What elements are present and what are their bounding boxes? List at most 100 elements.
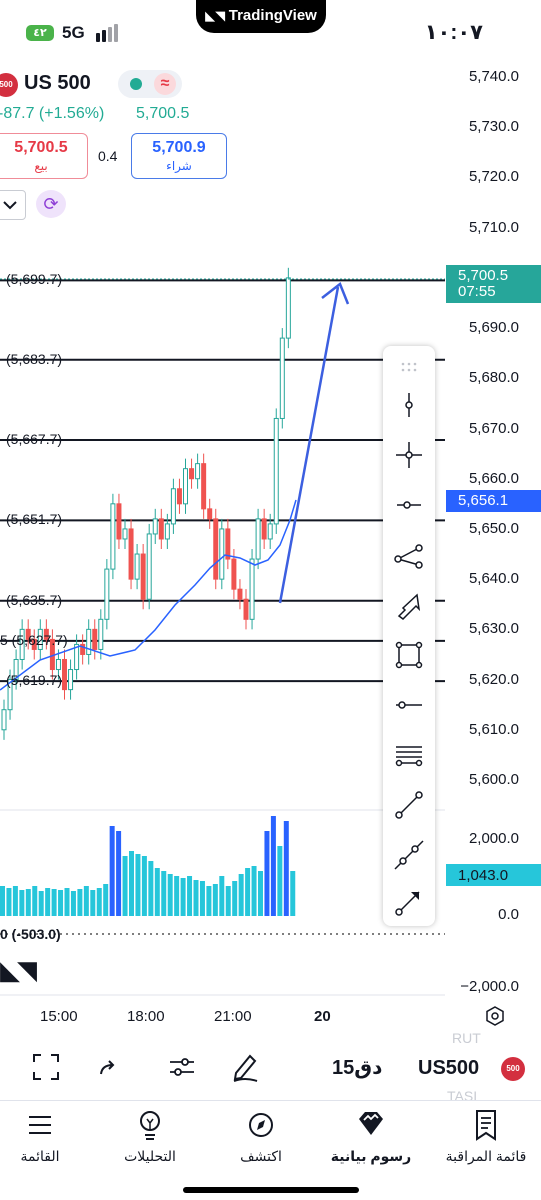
nav-explore[interactable]: اكتشف <box>211 1105 311 1165</box>
horizontal-line-label: (5,635.7) <box>6 591 63 608</box>
draw-pen-icon[interactable] <box>230 1051 260 1083</box>
volume-bar <box>12 886 18 916</box>
volume-axis-label: 2,000.0 <box>468 830 519 847</box>
rectangle-icon[interactable] <box>393 639 425 671</box>
candle-body <box>134 553 140 580</box>
candle-body <box>122 528 128 540</box>
price-axis-label: 5,610.0 <box>468 720 519 738</box>
volume-bar <box>109 826 115 916</box>
price-axis-label: 5,670.0 <box>468 419 519 437</box>
drawing-tools-panel <box>383 346 435 926</box>
candle-body <box>261 518 267 540</box>
horizontal-line-label: (5,683.7) <box>6 350 63 367</box>
volume-bar <box>290 871 296 916</box>
volume-bar <box>193 880 199 916</box>
redo-icon[interactable] <box>96 1056 120 1080</box>
volume-bar <box>0 886 5 916</box>
volume-bar <box>161 871 167 916</box>
candle-body <box>164 523 170 540</box>
candle-body <box>243 598 249 620</box>
candle-body <box>207 508 213 520</box>
volume-bar <box>174 876 180 916</box>
toolbar-symbol-logo: 500 <box>501 1057 525 1081</box>
fullscreen-icon[interactable] <box>32 1053 60 1081</box>
nav-menu[interactable]: القائمة <box>0 1105 90 1165</box>
volume-bar <box>58 890 64 916</box>
volume-bar <box>77 889 83 916</box>
home-indicator <box>183 1187 359 1193</box>
extended-line-icon[interactable] <box>393 839 425 871</box>
candle-body <box>140 553 146 600</box>
cross-line-icon[interactable] <box>393 439 425 471</box>
price-axis-label: 5,680.0 <box>468 369 519 387</box>
candle-body <box>62 658 67 691</box>
horizontal-lines <box>0 279 445 683</box>
volume-bar <box>103 884 109 916</box>
faded-symbol-top: RUT <box>452 1030 481 1046</box>
volume-axis-label: 0.0 <box>498 906 519 923</box>
horizontal-line-label: 5 (5,627.7) <box>0 631 68 648</box>
cursor-price-tag: 5,656.1 <box>446 490 541 512</box>
arrow-line-icon[interactable] <box>393 886 425 918</box>
watchlist-icon <box>476 1110 496 1141</box>
symbol-selector[interactable]: US500 <box>418 1050 479 1086</box>
horizontal-ray-icon[interactable] <box>393 489 425 521</box>
volume-tag: 1,043.0 <box>446 864 541 886</box>
candle-body <box>279 337 285 419</box>
candle-body <box>86 628 92 655</box>
candlesticks <box>1 267 291 740</box>
settings-icon[interactable] <box>484 1005 506 1027</box>
trend-line-icon[interactable] <box>393 789 425 821</box>
interval-selector[interactable]: 15دق <box>332 1050 382 1086</box>
indicators-icon[interactable] <box>168 1053 196 1081</box>
nav-charts-label: رسوم بيانية <box>330 1148 412 1164</box>
candle-body <box>110 503 116 570</box>
candle-body <box>116 503 122 540</box>
drag-handle-icon[interactable] <box>393 352 425 384</box>
price-axis-label: 5,660.0 <box>468 469 519 487</box>
price-axis-label: 5,710.0 <box>468 218 519 236</box>
candle-body <box>98 618 104 650</box>
volume-bar <box>135 854 141 916</box>
arrow-marker-icon[interactable] <box>393 589 425 621</box>
nav-watchlist[interactable]: قائمة المراقبة <box>436 1105 536 1165</box>
nav-menu-label: القائمة <box>20 1148 60 1164</box>
volume-bars <box>0 816 296 916</box>
price-axis-label: 5,600.0 <box>468 771 519 788</box>
candle-body <box>219 528 225 580</box>
parallel-lines-icon[interactable] <box>393 739 425 771</box>
horizontal-line-label: (5,651.7) <box>6 511 63 528</box>
volume-bar <box>64 888 70 916</box>
volume-bar <box>51 889 57 916</box>
volume-bar <box>141 856 147 916</box>
candle-body <box>213 518 219 580</box>
candle-body <box>237 588 243 600</box>
price-axis-label: 5,650.0 <box>468 519 519 537</box>
path-icon[interactable] <box>393 539 425 571</box>
candle-body <box>104 568 110 620</box>
volume-bar <box>90 890 96 916</box>
candle-body <box>189 468 195 480</box>
price-axis-label: 5,620.0 <box>468 670 519 688</box>
candle-body <box>152 518 158 535</box>
volume-bar <box>270 816 276 916</box>
volume-bar <box>45 888 51 916</box>
candle-body <box>1 709 7 731</box>
nav-analytics[interactable]: التحليلات <box>100 1105 200 1165</box>
volume-bar <box>167 874 173 916</box>
candle-body <box>249 558 255 620</box>
volume-bar <box>238 874 244 916</box>
candle-body <box>195 463 201 480</box>
volume-bar <box>6 888 12 916</box>
nav-charts[interactable]: رسوم بيانية <box>321 1105 421 1165</box>
time-label: 15:00 <box>40 1008 78 1025</box>
candle-body <box>128 528 134 580</box>
compass-icon <box>249 1113 273 1137</box>
volume-bar <box>122 856 128 916</box>
volume-bar <box>148 861 154 916</box>
volume-bar <box>264 831 270 916</box>
vertical-line-icon[interactable] <box>393 389 425 421</box>
horizontal-line-icon[interactable] <box>393 689 425 721</box>
candle-body <box>92 628 98 650</box>
lightbulb-icon <box>140 1111 160 1140</box>
